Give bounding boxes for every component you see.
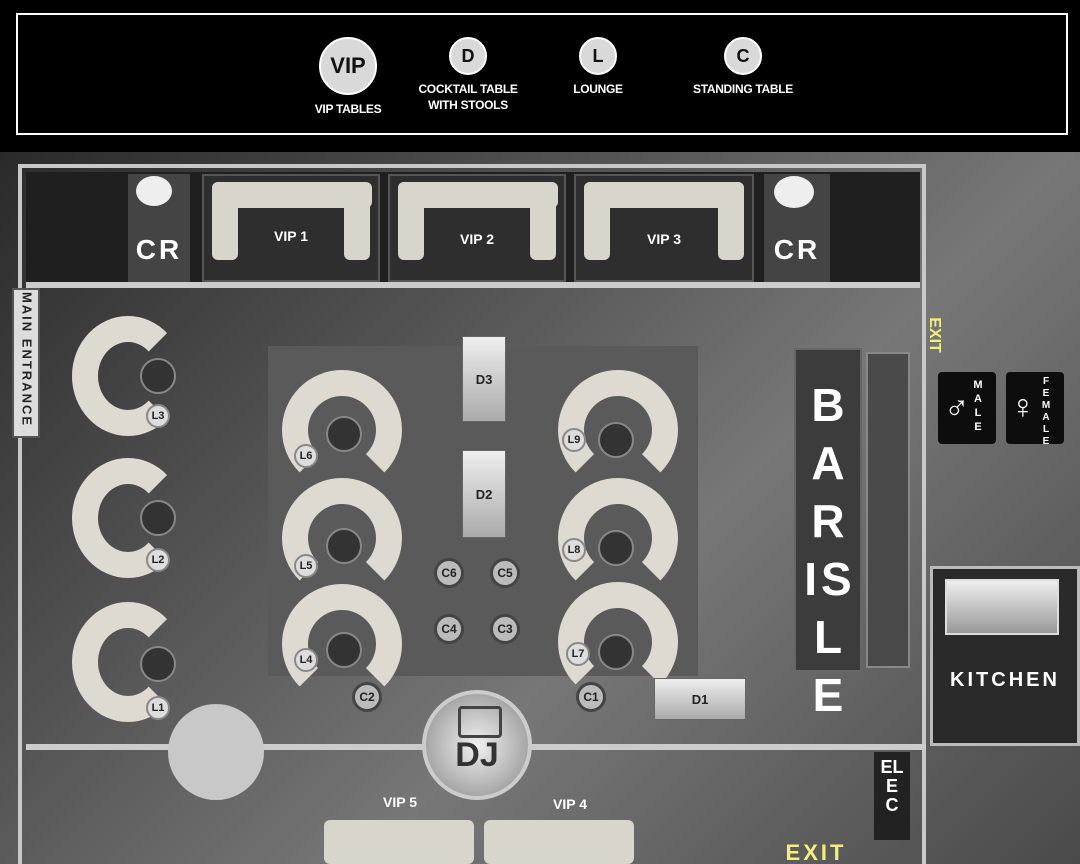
lounge-table-l8	[598, 530, 634, 566]
lounge-table-l4	[326, 632, 362, 668]
lounge-table-l9	[598, 422, 634, 458]
bar-isle-label: BAR ISLE	[804, 379, 856, 721]
vip-booth-5[interactable]	[324, 820, 474, 864]
lounge-tag-l6: L6	[294, 444, 318, 468]
female-icon: ♀	[1010, 388, 1036, 426]
lounge-tag-l8: L8	[562, 538, 586, 562]
legend-lounge-label: LOUNGE	[573, 82, 623, 96]
female-label: FEMALE	[1041, 376, 1051, 447]
legend-lounge: L LOUNGE	[538, 37, 658, 97]
lounge-table-l5	[326, 528, 362, 564]
cocktail-table-d1[interactable]: D1	[654, 678, 746, 720]
lounge-symbol-icon: L	[579, 37, 617, 75]
vip-4-label: VIP 4	[553, 796, 587, 812]
restroom-female[interactable]: ♀ FEMALE	[1006, 372, 1064, 447]
kitchen-label: KITCHEN	[950, 669, 1060, 691]
legend-standing: C STANDING TABLE	[678, 37, 808, 97]
bar-counter	[866, 352, 910, 668]
vip-1-label: VIP 1	[274, 228, 308, 244]
legend-cocktail-label: COCKTAIL TABLE WITH STOOLS	[418, 82, 518, 112]
lounge-tag-l4: L4	[294, 648, 318, 672]
main-entrance-sign: MAIN ENTRANCE	[12, 288, 40, 438]
lounge-table-l7	[598, 634, 634, 670]
male-icon: ♂	[944, 388, 970, 426]
elec-room: ELEC	[874, 752, 910, 840]
legend-vip-label: VIP TABLES	[314, 102, 382, 116]
standing-table-c5[interactable]: C5	[490, 558, 520, 588]
sink-left-icon	[136, 176, 172, 206]
cocktail-symbol-icon: D	[449, 37, 487, 75]
lounge-table-l1	[140, 646, 176, 682]
wall-top	[26, 282, 920, 288]
lounge-table-l2	[140, 500, 176, 536]
dj-booth[interactable]: DJ	[422, 690, 532, 800]
lounge-tag-l3: L3	[146, 404, 170, 428]
legend-panel: VIP VIP TABLES D COCKTAIL TABLE WITH STO…	[16, 13, 1068, 135]
lounge-tag-l1: L1	[146, 696, 170, 720]
lounge-tag-l7: L7	[566, 642, 590, 666]
vip-3-label: VIP 3	[647, 231, 681, 247]
kitchen-room: KITCHEN	[930, 566, 1080, 746]
elec-label: ELEC	[880, 757, 904, 815]
restroom-male[interactable]: ♂ MALE	[938, 372, 996, 444]
bar-isle: BAR ISLE	[794, 348, 862, 721]
exit-top-label: EXIT	[926, 317, 943, 353]
standing-table-c3[interactable]: C3	[490, 614, 520, 644]
vip-booth-2[interactable]	[388, 174, 566, 282]
sink-right-icon	[774, 176, 814, 208]
lounge-table-l6	[326, 416, 362, 452]
lounge-table-l3	[140, 358, 176, 394]
dj-label: DJ	[455, 736, 499, 774]
standing-table-c6[interactable]: C6	[434, 558, 464, 588]
standing-table-c2[interactable]: C2	[352, 682, 382, 712]
cocktail-table-d3[interactable]: D3	[462, 336, 506, 422]
turntable-icon	[458, 706, 502, 738]
main-entrance-label: MAIN ENTRANCE	[19, 291, 35, 428]
vip-symbol-icon: VIP	[319, 37, 377, 95]
vip-5-label: VIP 5	[383, 794, 417, 810]
legend-cocktail: D COCKTAIL TABLE WITH STOOLS	[408, 37, 528, 113]
cocktail-table-d2[interactable]: D2	[462, 450, 506, 538]
vip-2-label: VIP 2	[460, 231, 494, 247]
kitchen-sink-icon	[945, 579, 1059, 635]
vip-booth-4[interactable]	[484, 820, 634, 864]
standing-table-c1[interactable]: C1	[576, 682, 606, 712]
standing-symbol-icon: C	[724, 37, 762, 75]
lounge-tag-l9: L9	[562, 428, 586, 452]
legend-vip: VIP VIP TABLES	[288, 37, 408, 117]
legend-standing-label: STANDING TABLE	[692, 82, 793, 96]
cr-right-label: CR	[773, 234, 821, 265]
standing-table-c4[interactable]: C4	[434, 614, 464, 644]
male-label: MALE	[973, 379, 983, 433]
cr-left-label: CR	[135, 234, 183, 265]
pillar-circle	[168, 704, 264, 800]
lounge-tag-l2: L2	[146, 548, 170, 572]
vip-booth-3[interactable]	[574, 174, 754, 282]
lounge-tag-l5: L5	[294, 554, 318, 578]
exit-bottom-label: EXIT	[785, 840, 847, 864]
floor-plan: CR CR VIP 1 VIP 2 VIP 3 MAIN ENTRANCE L3…	[0, 152, 1080, 864]
